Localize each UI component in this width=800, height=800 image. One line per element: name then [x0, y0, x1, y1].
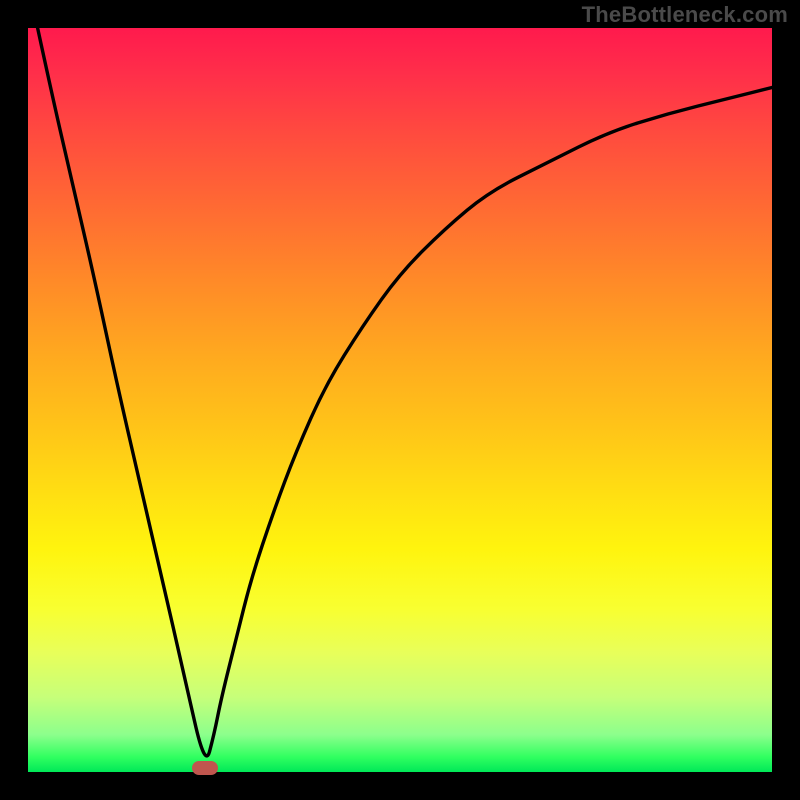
- watermark-text: TheBottleneck.com: [582, 2, 788, 28]
- curve-path: [28, 28, 772, 756]
- chart-frame: TheBottleneck.com: [0, 0, 800, 800]
- curve-svg: [28, 28, 772, 772]
- min-marker: [192, 761, 218, 775]
- plot-area: [28, 28, 772, 772]
